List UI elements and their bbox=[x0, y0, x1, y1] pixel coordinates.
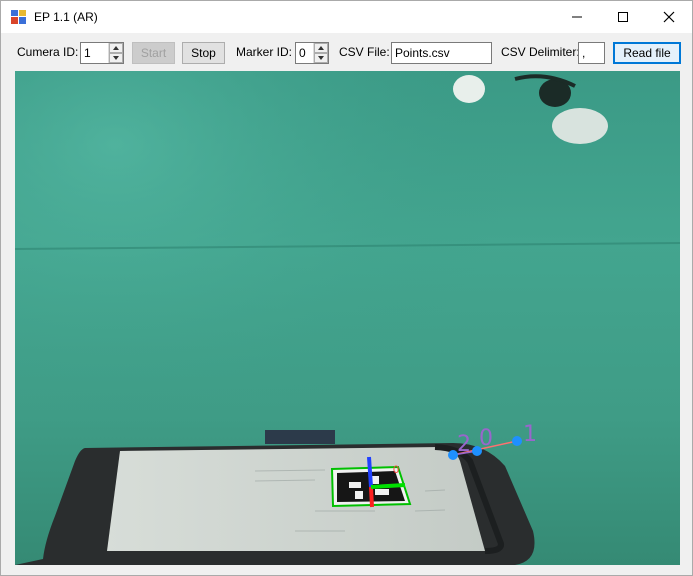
axis-y bbox=[370, 483, 406, 489]
camera-id-down-button[interactable] bbox=[109, 53, 123, 63]
marker-id-spin-buttons bbox=[313, 43, 328, 63]
marker-id-up-button[interactable] bbox=[314, 43, 328, 53]
title-bar[interactable]: EP 1.1 (AR) bbox=[1, 1, 692, 33]
point-marker bbox=[512, 436, 522, 446]
phone bbox=[15, 443, 535, 565]
marker-id-down-button[interactable] bbox=[314, 53, 328, 63]
point-label: 2 bbox=[457, 432, 471, 457]
marker-id-value[interactable]: 0 bbox=[299, 46, 306, 60]
arrow-up-icon bbox=[318, 46, 324, 50]
camera-view: 0 2 0 1 bbox=[15, 71, 680, 565]
csv-file-value[interactable]: Points.csv bbox=[395, 46, 450, 60]
window-title: EP 1.1 (AR) bbox=[34, 10, 98, 24]
close-icon bbox=[663, 11, 675, 23]
arrow-up-icon bbox=[113, 46, 119, 50]
csv-delimiter-input[interactable]: , bbox=[578, 42, 605, 64]
main-window: EP 1.1 (AR) Cumera ID: 1 Start Stop Mark… bbox=[0, 0, 693, 576]
csv-delimiter-value[interactable]: , bbox=[582, 46, 585, 60]
camera-id-up-button[interactable] bbox=[109, 43, 123, 53]
marker-id-spinner[interactable]: 0 bbox=[295, 42, 329, 64]
maximize-icon bbox=[618, 12, 628, 22]
start-button[interactable]: Start bbox=[132, 42, 175, 64]
marker-id-label: Marker ID: bbox=[236, 45, 293, 59]
background-object bbox=[265, 430, 335, 444]
maximize-button[interactable] bbox=[600, 1, 646, 33]
close-button[interactable] bbox=[646, 1, 692, 33]
camera-id-spin-buttons bbox=[108, 43, 123, 63]
csv-file-input[interactable]: Points.csv bbox=[391, 42, 492, 64]
marker-id-overlay: 0 bbox=[393, 464, 399, 476]
minimize-icon bbox=[572, 16, 582, 18]
point-label: 0 bbox=[479, 426, 493, 451]
camera-feed-image: 0 2 0 1 bbox=[15, 71, 680, 565]
csv-delimiter-label: CSV Delimiter: bbox=[501, 45, 580, 59]
axis-x bbox=[369, 486, 374, 508]
csv-file-label: CSV File: bbox=[339, 45, 390, 59]
minimize-button[interactable] bbox=[554, 1, 600, 33]
arrow-down-icon bbox=[318, 56, 324, 60]
stop-button[interactable]: Stop bbox=[182, 42, 225, 64]
read-file-button[interactable]: Read file bbox=[613, 42, 681, 64]
axis-z bbox=[367, 456, 373, 488]
app-icon bbox=[11, 10, 26, 24]
camera-id-label: Cumera ID: bbox=[17, 45, 79, 59]
point-label: 1 bbox=[523, 422, 537, 447]
camera-id-spinner[interactable]: 1 bbox=[80, 42, 124, 64]
camera-id-value[interactable]: 1 bbox=[84, 46, 91, 60]
arrow-down-icon bbox=[113, 56, 119, 60]
toolbar: Cumera ID: 1 Start Stop Marker ID: 0 CSV… bbox=[1, 33, 692, 71]
